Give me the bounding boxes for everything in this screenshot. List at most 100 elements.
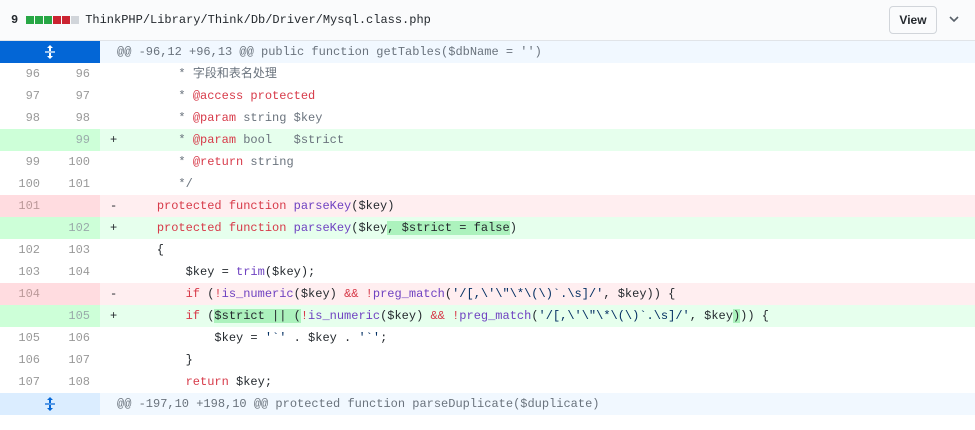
new-line-number[interactable]: 97 [50, 85, 100, 107]
code-content: protected function parseKey($key, $stric… [124, 217, 517, 239]
new-line-number[interactable]: 100 [50, 151, 100, 173]
code-token: ($key) [351, 199, 395, 213]
code-token: * [128, 89, 193, 103]
diff-marker [100, 327, 124, 349]
code-token: )) { [740, 309, 769, 323]
code-token: protected [156, 199, 222, 213]
unfold-icon [45, 397, 55, 411]
old-line-number[interactable]: 107 [0, 371, 50, 393]
diffstat-block [53, 16, 62, 24]
code-token: ($key); [264, 265, 316, 279]
expand-button[interactable] [0, 41, 100, 63]
code-content: $key = '`' . $key . '`'; [124, 327, 387, 349]
diff-line: 104- if (!is_numeric($key) && !preg_matc… [0, 283, 975, 305]
diffstat-block [26, 16, 35, 24]
old-line-number[interactable]: 105 [0, 327, 50, 349]
code-content: { [124, 239, 164, 261]
expand-button[interactable] [0, 393, 100, 415]
code-content: if ($strict || (!is_numeric($key) && !pr… [124, 305, 769, 327]
new-line-number[interactable] [50, 195, 100, 217]
old-line-number[interactable]: 97 [0, 85, 50, 107]
code-token: preg_match [459, 309, 532, 323]
old-line-number[interactable] [0, 305, 50, 327]
diff-line: 107 108 return $key; [0, 371, 975, 393]
diff-line: 96 96 * 字段和表名处理 [0, 63, 975, 85]
code-token: '`' [264, 331, 287, 345]
code-content: return $key; [124, 371, 272, 393]
new-line-number[interactable] [50, 283, 100, 305]
diff-line: 99 + * @param bool $strict [0, 129, 975, 151]
old-line-number[interactable] [0, 129, 50, 151]
new-line-number[interactable]: 102 [50, 217, 100, 239]
code-token: ! [300, 309, 309, 323]
code-content: * @return string [124, 151, 294, 173]
hunk-text: @@ -96,12 +96,13 @@ public function getT… [117, 45, 542, 59]
diffstat-block [71, 16, 80, 24]
diffstat-block [44, 16, 53, 24]
code-token: protected [156, 221, 222, 235]
diff-line: 98 98 * @param string $key [0, 107, 975, 129]
new-line-number[interactable]: 101 [50, 173, 100, 195]
diff-line: 102 103 { [0, 239, 975, 261]
code-token: '/[,\'\"\*\(\)`.\s]/' [538, 309, 690, 323]
code-token: string [243, 155, 294, 169]
diff-marker: + [110, 221, 118, 235]
diff-marker [100, 107, 124, 129]
new-line-number[interactable]: 106 [50, 327, 100, 349]
old-line-number[interactable]: 103 [0, 261, 50, 283]
file-path[interactable]: ThinkPHP/Library/Think/Db/Driver/Mysql.c… [85, 13, 431, 27]
code-token: ! [214, 287, 222, 301]
old-line-number[interactable] [0, 217, 50, 239]
code-content: * 字段和表名处理 [124, 63, 276, 85]
code-token: preg_match [372, 287, 445, 301]
old-line-number[interactable]: 100 [0, 173, 50, 195]
code-token: , $key)) { [603, 287, 676, 301]
code-token: is_numeric [221, 287, 294, 301]
diff-marker [100, 239, 124, 261]
diff-line: 99 100 * @return string [0, 151, 975, 173]
old-line-number[interactable]: 96 [0, 63, 50, 85]
code-token: bool $strict [236, 133, 345, 147]
new-line-number[interactable]: 98 [50, 107, 100, 129]
code-token: ! [365, 287, 373, 301]
diff-line: 97 97 * @access protected [0, 85, 975, 107]
code-token: ($key) [293, 287, 345, 301]
new-line-number[interactable]: 99 [50, 129, 100, 151]
view-button[interactable]: View [889, 6, 937, 34]
code-token: function [228, 199, 287, 213]
new-line-number[interactable]: 107 [50, 349, 100, 371]
new-line-number[interactable]: 108 [50, 371, 100, 393]
diff-marker [100, 349, 124, 371]
new-line-number[interactable]: 103 [50, 239, 100, 261]
old-line-number[interactable]: 98 [0, 107, 50, 129]
code-token: is_numeric [308, 309, 381, 323]
code-token: $key; [228, 375, 273, 389]
code-token: @return [192, 155, 244, 169]
diff-marker: + [110, 309, 118, 323]
new-line-number[interactable]: 104 [50, 261, 100, 283]
old-line-number[interactable]: 99 [0, 151, 50, 173]
code-token: */ [128, 177, 193, 191]
old-line-number[interactable]: 104 [0, 283, 50, 305]
old-line-number[interactable]: 102 [0, 239, 50, 261]
code-token: ( [200, 287, 215, 301]
code-content: $key = trim($key); [124, 261, 316, 283]
diff-line: 105 + if ($strict || (!is_numeric($key) &… [0, 305, 975, 327]
code-token: , $strict = false [387, 221, 510, 235]
diff-lines: 96 96 * 字段和表名处理 97 97 * @access protected 98… [0, 63, 975, 393]
new-line-number[interactable]: 105 [50, 305, 100, 327]
chevron-down-icon[interactable] [947, 12, 961, 26]
file-header: 9 ThinkPHP/Library/Think/Db/Driver/Mysql… [0, 0, 975, 41]
code-content: * @access protected [124, 85, 315, 107]
code-token: string $key [236, 111, 323, 125]
new-line-number[interactable]: 96 [50, 63, 100, 85]
old-line-number[interactable]: 101 [0, 195, 50, 217]
old-line-number[interactable]: 106 [0, 349, 50, 371]
diff-marker: + [110, 133, 118, 147]
